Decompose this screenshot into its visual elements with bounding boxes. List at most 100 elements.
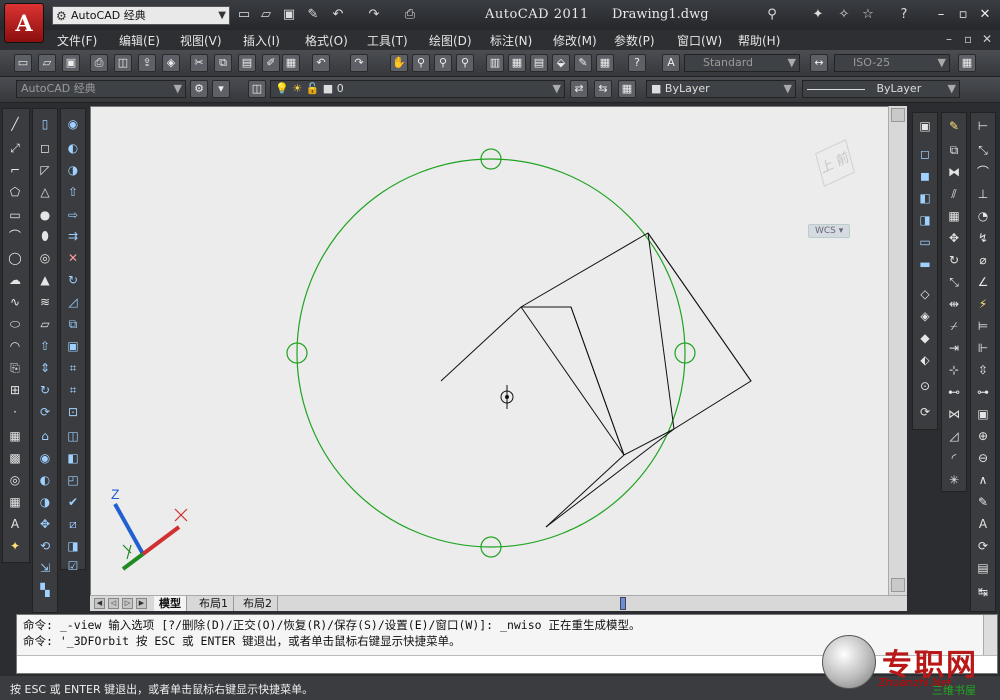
layer-previous-icon[interactable]: ⇆ xyxy=(594,80,612,98)
sphere-icon[interactable]: ● xyxy=(36,206,54,224)
center-mark-icon[interactable]: ⊕ xyxy=(974,427,992,445)
hatch-icon[interactable]: ▦ xyxy=(6,427,24,445)
save-as-icon[interactable]: ✎ xyxy=(305,7,321,23)
pan-icon[interactable]: ✋ xyxy=(390,54,408,72)
slice-icon[interactable]: ⧄ xyxy=(64,515,82,533)
loft-icon[interactable]: ⌂ xyxy=(36,427,54,445)
layer-properties-icon[interactable]: ◫ xyxy=(248,80,266,98)
help-icon[interactable]: ? xyxy=(896,7,912,23)
revolve-icon[interactable]: ⟳ xyxy=(36,403,54,421)
next-tab-button[interactable]: ▷ xyxy=(122,598,133,609)
chamfer-icon[interactable]: ◿ xyxy=(945,427,963,445)
tab-layout1[interactable]: 布局1 xyxy=(194,596,234,611)
jogged-linear-icon[interactable]: ∧ xyxy=(974,471,992,489)
maximize-button[interactable]: ▫ xyxy=(952,6,974,24)
line-icon[interactable]: ╱ xyxy=(6,115,24,133)
menu-format[interactable]: 格式(O) xyxy=(305,32,348,49)
mirror-icon[interactable]: ⧓ xyxy=(945,163,963,181)
dim-style-icon[interactable]: ↔ xyxy=(810,54,828,72)
mtext-icon[interactable]: A xyxy=(6,515,24,533)
pyramid-icon[interactable]: ▲ xyxy=(36,271,54,289)
orbit-icon[interactable]: ⟳ xyxy=(916,403,934,421)
tools-icon[interactable]: ✦ xyxy=(810,7,826,23)
menu-help[interactable]: 帮助(H) xyxy=(738,32,780,49)
zoom-realtime-icon[interactable]: ⚲ xyxy=(412,54,430,72)
region-icon[interactable]: ◎ xyxy=(6,471,24,489)
dim-update-icon[interactable]: ⟳ xyxy=(974,537,992,555)
copy-icon[interactable]: ⧉ xyxy=(214,54,232,72)
text-style-icon[interactable]: A xyxy=(662,54,680,72)
new-icon[interactable]: ▭ xyxy=(14,54,32,72)
left-view-icon[interactable]: ◧ xyxy=(916,189,934,207)
front-view-icon[interactable]: ▭ xyxy=(916,233,934,251)
delete-faces-icon[interactable]: ✕ xyxy=(64,249,82,267)
offset-faces-icon[interactable]: ⇉ xyxy=(64,227,82,245)
spline-icon[interactable]: ∿ xyxy=(6,293,24,311)
torus-icon[interactable]: ◎ xyxy=(36,249,54,267)
tab-layout2[interactable]: 布局2 xyxy=(238,596,278,611)
clean-icon[interactable]: ◫ xyxy=(64,427,82,445)
presspull-icon[interactable]: ⇕ xyxy=(36,359,54,377)
menu-parametric[interactable]: 参数(P) xyxy=(614,32,655,49)
menu-edit[interactable]: 编辑(E) xyxy=(119,32,160,49)
fillet-icon[interactable]: ◜ xyxy=(945,449,963,467)
inspection-icon[interactable]: ⊖ xyxy=(974,449,992,467)
separate-icon[interactable]: ◧ xyxy=(64,449,82,467)
arc-length-icon[interactable]: ⌒ xyxy=(974,163,992,181)
tab-model[interactable]: 模型 xyxy=(154,596,187,611)
se-iso-icon[interactable]: ◈ xyxy=(916,307,934,325)
open-icon[interactable]: ▱ xyxy=(38,54,56,72)
scale-icon[interactable]: ⤡ xyxy=(945,273,963,291)
match-properties-icon[interactable]: ✐ xyxy=(262,54,280,72)
polyline-icon[interactable]: ⌐ xyxy=(6,161,24,179)
doc-close-button[interactable]: ✕ xyxy=(982,32,992,46)
menu-file[interactable]: 文件(F) xyxy=(57,32,97,49)
first-tab-button[interactable]: ◀ xyxy=(94,598,105,609)
3d-array-icon[interactable]: ▚ xyxy=(36,581,54,599)
table-style-icon[interactable]: ▦ xyxy=(958,54,976,72)
horizontal-scroll-thumb[interactable] xyxy=(620,597,626,610)
new-file-icon[interactable]: ▭ xyxy=(236,7,252,23)
linetype-select[interactable]: ByLayer ▼ xyxy=(802,80,960,98)
doc-restore-button[interactable]: ▫ xyxy=(964,32,972,46)
redo-icon[interactable]: ↷ xyxy=(350,54,368,72)
minimize-button[interactable]: – xyxy=(930,6,952,24)
dim-style-icon[interactable]: ▤ xyxy=(974,559,992,577)
sweep-icon[interactable]: ↻ xyxy=(36,381,54,399)
viewcube[interactable]: 上 前 xyxy=(808,139,868,190)
wcs-menu[interactable]: WCS ▾ xyxy=(808,224,851,238)
diameter-icon[interactable]: ⌀ xyxy=(974,251,992,269)
dim-style-select[interactable]: ISO-25 ▼ xyxy=(834,54,950,72)
extend-icon[interactable]: ⇥ xyxy=(945,339,963,357)
tolerance-icon[interactable]: ▣ xyxy=(974,405,992,423)
3d-move-icon[interactable]: ✥ xyxy=(36,515,54,533)
3d-align-icon[interactable]: ⇲ xyxy=(36,559,54,577)
zoom-previous-icon[interactable]: ⚲ xyxy=(456,54,474,72)
intersect-icon[interactable]: ◑ xyxy=(36,493,54,511)
dim-break-icon[interactable]: ⊶ xyxy=(974,383,992,401)
copy-edges-icon[interactable]: ⌗ xyxy=(64,359,82,377)
quick-dim-icon[interactable]: ⚡ xyxy=(974,295,992,313)
box-icon[interactable]: ◻ xyxy=(36,139,54,157)
interfere-icon[interactable]: ☑ xyxy=(64,557,82,575)
dim-space-icon[interactable]: ⇳ xyxy=(974,361,992,379)
wedge-icon[interactable]: ◸ xyxy=(36,161,54,179)
extrude-icon[interactable]: ⇧ xyxy=(36,337,54,355)
sw-iso-icon[interactable]: ◇ xyxy=(916,285,934,303)
communication-icon[interactable]: ✧ xyxy=(836,7,852,23)
union-icon[interactable]: ◉ xyxy=(64,115,82,133)
doc-minimize-button[interactable]: – xyxy=(946,32,952,46)
color-faces-icon[interactable]: ▣ xyxy=(64,337,82,355)
application-menu-button[interactable]: A xyxy=(4,3,44,43)
last-tab-button[interactable]: ▶ xyxy=(136,598,147,609)
layer-state-icon[interactable]: ▦ xyxy=(618,80,636,98)
menu-insert[interactable]: 插入(I) xyxy=(243,32,280,49)
search-binoculars-icon[interactable]: ⚲ xyxy=(764,7,780,23)
explode-icon[interactable]: ✳ xyxy=(945,471,963,489)
plot-preview-icon[interactable]: ◫ xyxy=(114,54,132,72)
arc-icon[interactable]: ⌒ xyxy=(6,227,24,245)
vertical-scrollbar[interactable] xyxy=(888,106,907,596)
trim-icon[interactable]: ⌿ xyxy=(945,317,963,335)
rectangle-icon[interactable]: ▭ xyxy=(6,206,24,224)
break-icon[interactable]: ⊷ xyxy=(945,383,963,401)
